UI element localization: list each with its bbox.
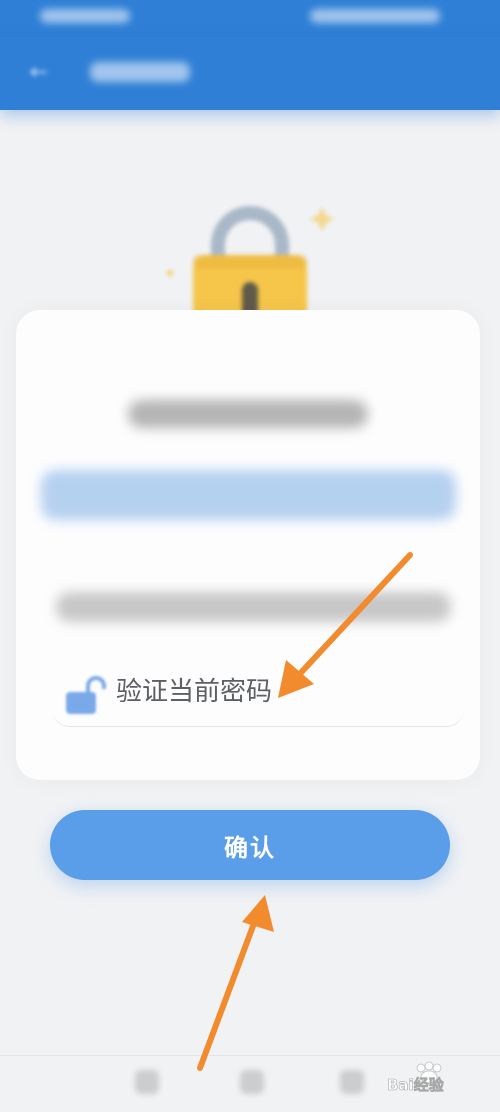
page-title (90, 62, 190, 82)
watermark-text: Bai经验 (387, 1076, 445, 1094)
baidu-jingyan-watermark: Bai经验 (387, 1061, 445, 1094)
status-time (40, 9, 130, 23)
confirm-button[interactable]: 确认 (50, 810, 450, 880)
status-icons (310, 9, 440, 23)
password-field-row (52, 658, 464, 727)
verify-card (16, 310, 480, 780)
unlock-icon (66, 676, 106, 714)
blurred-heading (128, 400, 368, 428)
app-bar: ← (0, 36, 500, 110)
blurred-instruction (56, 592, 451, 622)
back-arrow-icon[interactable]: ← (26, 60, 52, 86)
nav-item-3[interactable] (340, 1070, 364, 1094)
status-bar (0, 0, 500, 36)
arrow-to-confirm-button (197, 895, 274, 1071)
blurred-account-name (41, 470, 456, 520)
nav-item-1[interactable] (135, 1070, 159, 1094)
nav-item-2[interactable] (240, 1070, 264, 1094)
current-password-input[interactable] (116, 658, 436, 726)
